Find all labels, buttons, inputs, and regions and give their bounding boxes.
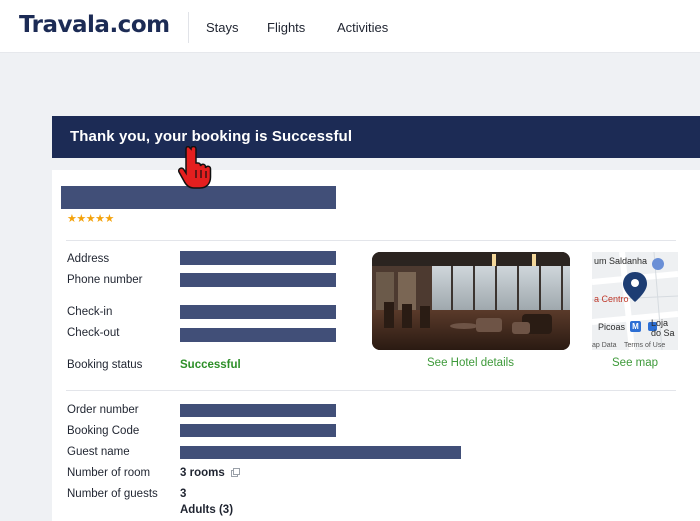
map-terms-link[interactable]: Terms of Use [624, 342, 665, 349]
adults-count: Adults (3) [180, 504, 234, 516]
travala-logo[interactable]: Travala.com [19, 12, 170, 38]
address-label: Address [67, 253, 110, 265]
booking-success-message: Thank you, your booking is Successful [70, 128, 353, 145]
pointer-hand-cursor-icon [177, 146, 212, 189]
phone-value-redacted [180, 273, 336, 287]
checkout-value-redacted [180, 328, 336, 342]
map-label-centro: a Centro [594, 294, 629, 304]
nav-activities[interactable]: Activities [337, 20, 388, 35]
map-label-loja: Loja [651, 318, 669, 328]
number-of-room-label: Number of room [67, 467, 151, 479]
order-number-redacted [180, 404, 336, 417]
copy-icon[interactable] [230, 468, 240, 477]
number-of-guests-label: Number of guests [67, 488, 158, 500]
nav-divider [188, 12, 189, 43]
divider [66, 240, 676, 241]
nav-stays[interactable]: Stays [206, 20, 239, 35]
top-navigation-bar: Travala.com Stays Flights Activities [0, 0, 700, 53]
number-of-room-value: 3 rooms [180, 467, 240, 479]
address-value-redacted [180, 251, 336, 265]
checkin-label: Check-in [67, 306, 113, 318]
metro-icon: M [630, 321, 641, 332]
map-data-credit: ap Data [592, 342, 617, 349]
checkin-value-redacted [180, 305, 336, 319]
booking-success-banner: Thank you, your booking is Successful [52, 116, 700, 158]
nav-flights[interactable]: Flights [267, 20, 305, 35]
order-number-label: Order number [67, 404, 139, 416]
see-map-link[interactable]: See map [612, 357, 658, 369]
see-hotel-details-link[interactable]: See Hotel details [427, 357, 514, 369]
guest-name-redacted [180, 446, 461, 459]
rooms-count: 3 rooms [180, 467, 225, 479]
guest-name-label: Guest name [67, 446, 130, 458]
booking-status-value: Successful [180, 359, 241, 371]
checkout-label: Check-out [67, 327, 120, 339]
booking-code-label: Booking Code [67, 425, 140, 437]
map-label-do-sa: do Sa [651, 328, 675, 338]
map-label-saldanha: um Saldanha [594, 256, 648, 266]
booking-code-redacted [180, 424, 336, 437]
map-label-picoas: Picoas [598, 322, 626, 332]
number-of-guests-value: 3 [180, 488, 187, 500]
booking-status-label: Booking status [67, 359, 143, 371]
phone-label: Phone number [67, 274, 143, 286]
divider [66, 390, 676, 391]
star-rating: ★★★★★ [67, 213, 114, 225]
hotel-photo[interactable] [372, 252, 570, 350]
